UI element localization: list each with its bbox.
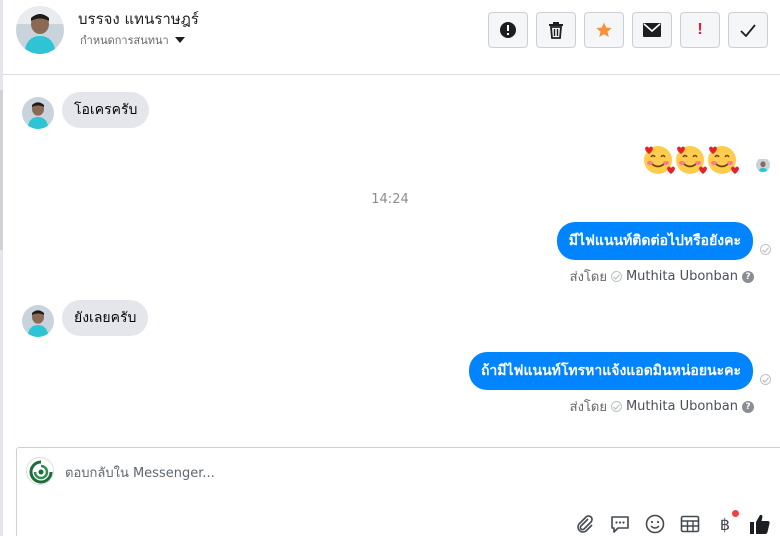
verified-icon xyxy=(610,271,622,282)
mark-spam-button[interactable] xyxy=(488,12,528,48)
contact-name: บรรจง แทนราษฎร์ xyxy=(78,10,199,28)
checkmark-icon xyxy=(740,23,756,37)
payment-button[interactable]: ฿ xyxy=(714,510,739,535)
verified-icon xyxy=(610,401,622,412)
baht-icon: ฿ xyxy=(719,514,731,534)
sender-name[interactable]: Muthita Ubonban xyxy=(626,399,738,414)
saved-replies-icon xyxy=(611,516,629,533)
assign-label: กำหนดการสนทนา xyxy=(80,34,169,47)
timestamp: 14:24 xyxy=(371,192,409,207)
saved-replies-button[interactable] xyxy=(609,513,631,535)
seen-avatar xyxy=(756,158,770,172)
paperclip-icon xyxy=(577,515,593,533)
star-icon xyxy=(596,22,612,37)
notification-dot xyxy=(732,510,739,517)
alert-circle-icon xyxy=(500,22,516,38)
composer-toolbar: ฿ xyxy=(574,510,771,535)
attach-button[interactable] xyxy=(574,513,596,535)
incoming-message: โอเครครับ xyxy=(62,92,150,128)
caret-down-icon xyxy=(174,37,185,43)
star-button[interactable] xyxy=(584,12,624,48)
email-button[interactable] xyxy=(632,12,672,48)
contact-avatar[interactable] xyxy=(16,6,64,54)
table-icon xyxy=(680,515,700,533)
mark-important-button[interactable]: ! xyxy=(680,12,720,48)
page-logo xyxy=(26,457,54,485)
like-icon xyxy=(750,514,770,534)
contact-avatar-small xyxy=(22,305,54,337)
sent-by-prefix: ส่งโดย xyxy=(569,270,607,285)
reply-input[interactable]: ตอบกลับใน Messenger... xyxy=(65,462,215,483)
conversation-view: บรรจง แทนราษฎร์ กำหนดการสนทนา ! โอเครครั… xyxy=(0,0,780,536)
smiling-face-with-hearts-icon xyxy=(644,146,739,174)
delivered-check-icon xyxy=(760,374,771,385)
scroll-indicator[interactable] xyxy=(0,90,3,250)
conversation-header: บรรจง แทนราษฎร์ กำหนดการสนทนา ! xyxy=(3,0,780,75)
sender-name[interactable]: Muthita Ubonban xyxy=(626,269,738,284)
trash-icon xyxy=(549,21,563,39)
conversation-assign-dropdown[interactable]: กำหนดการสนทนา xyxy=(80,31,185,49)
exclamation-icon: ! xyxy=(697,21,703,38)
contact-avatar-small xyxy=(22,97,54,129)
outgoing-message: มีไฟแนนท์ติดต่อไปหรือยังคะ xyxy=(556,222,753,260)
delete-button[interactable] xyxy=(536,12,576,48)
sent-by-row: ส่งโดย Muthita Ubonban ? xyxy=(570,266,754,287)
help-icon[interactable]: ? xyxy=(742,270,754,283)
mark-done-button[interactable] xyxy=(728,12,768,48)
left-border xyxy=(0,0,3,536)
sent-by-row: ส่งโดย Muthita Ubonban ? xyxy=(570,396,754,417)
emoji-button[interactable] xyxy=(644,513,666,535)
emoji-icon xyxy=(645,514,665,534)
outgoing-message: ถ้ามีไฟแนนท์โทรหาแจ้งแอดมินหน่อยนะคะ xyxy=(468,352,753,390)
help-icon[interactable]: ? xyxy=(742,400,754,413)
like-button[interactable] xyxy=(749,513,771,535)
table-button[interactable] xyxy=(679,513,701,535)
envelope-icon xyxy=(643,23,661,37)
sent-by-prefix: ส่งโดย xyxy=(569,400,607,415)
emoji-message xyxy=(642,142,740,176)
header-toolbar: ! xyxy=(488,12,768,48)
delivered-check-icon xyxy=(760,244,771,255)
incoming-message: ยังเลยครับ xyxy=(62,300,149,336)
